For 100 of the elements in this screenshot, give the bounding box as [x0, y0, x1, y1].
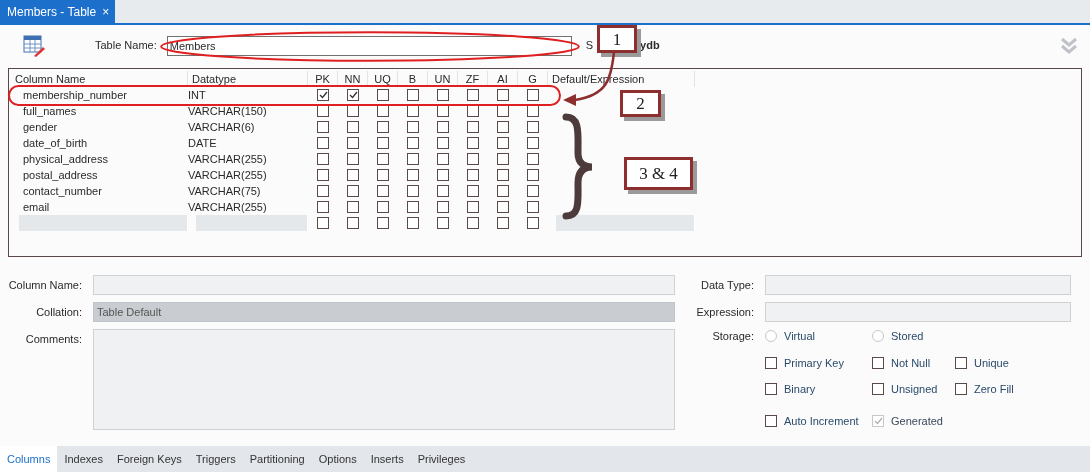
- comments-field[interactable]: [93, 329, 675, 430]
- option-checkbox[interactable]: [765, 383, 777, 396]
- bottom-tab[interactable]: Privileges: [410, 446, 473, 472]
- grid-checkbox[interactable]: [377, 217, 389, 229]
- column-header[interactable]: G: [518, 71, 548, 87]
- grid-checkbox[interactable]: [317, 201, 329, 213]
- column-header[interactable]: ZF: [458, 71, 488, 87]
- grid-checkbox[interactable]: [347, 185, 359, 197]
- grid-checkbox[interactable]: [407, 185, 419, 197]
- grid-checkbox[interactable]: [527, 185, 539, 197]
- column-header[interactable]: B: [398, 71, 428, 87]
- grid-checkbox[interactable]: [347, 137, 359, 149]
- grid-checkbox[interactable]: [377, 89, 389, 101]
- close-icon[interactable]: ×: [102, 5, 110, 18]
- grid-checkbox[interactable]: [377, 153, 389, 165]
- column-header[interactable]: UQ: [368, 71, 398, 87]
- grid-checkbox[interactable]: [377, 137, 389, 149]
- radio-button[interactable]: [872, 330, 884, 343]
- column-header[interactable]: PK: [308, 71, 338, 87]
- grid-checkbox[interactable]: [407, 121, 419, 133]
- grid-checkbox[interactable]: [377, 185, 389, 197]
- table-name-field[interactable]: Members: [166, 35, 572, 56]
- grid-checkbox[interactable]: [317, 137, 329, 149]
- grid-checkbox[interactable]: [497, 121, 509, 133]
- grid-checkbox[interactable]: [377, 121, 389, 133]
- grid-checkbox[interactable]: [467, 217, 479, 229]
- grid-checkbox[interactable]: [497, 153, 509, 165]
- grid-checkbox[interactable]: [347, 169, 359, 181]
- grid-checkbox[interactable]: [467, 121, 479, 133]
- grid-checkbox[interactable]: [497, 185, 509, 197]
- column-header[interactable]: UN: [428, 71, 458, 87]
- input-field[interactable]: [765, 275, 1071, 295]
- grid-checkbox[interactable]: [527, 89, 539, 101]
- grid-checkbox[interactable]: [317, 89, 329, 101]
- grid-checkbox[interactable]: [467, 89, 479, 101]
- grid-checkbox[interactable]: [437, 201, 449, 213]
- grid-checkbox[interactable]: [527, 217, 539, 229]
- grid-checkbox[interactable]: [347, 153, 359, 165]
- grid-checkbox[interactable]: [527, 153, 539, 165]
- grid-checkbox[interactable]: [467, 201, 479, 213]
- radio-button[interactable]: [765, 330, 777, 343]
- grid-checkbox[interactable]: [467, 169, 479, 181]
- grid-checkbox[interactable]: [347, 201, 359, 213]
- grid-checkbox[interactable]: [467, 137, 479, 149]
- option-checkbox[interactable]: [765, 356, 777, 369]
- grid-checkbox[interactable]: [497, 217, 509, 229]
- grid-checkbox[interactable]: [317, 121, 329, 133]
- bottom-tab[interactable]: Inserts: [363, 446, 411, 472]
- grid-checkbox[interactable]: [437, 185, 449, 197]
- bottom-tab[interactable]: Options: [311, 446, 364, 472]
- input-field[interactable]: [93, 275, 675, 295]
- grid-checkbox[interactable]: [497, 169, 509, 181]
- grid-checkbox[interactable]: [467, 185, 479, 197]
- empty-cell[interactable]: [19, 215, 188, 231]
- grid-checkbox[interactable]: [317, 153, 329, 165]
- grid-checkbox[interactable]: [437, 121, 449, 133]
- grid-checkbox[interactable]: [437, 137, 449, 149]
- grid-checkbox[interactable]: [317, 169, 329, 181]
- grid-checkbox[interactable]: [347, 89, 359, 101]
- input-field[interactable]: [765, 302, 1071, 322]
- grid-checkbox[interactable]: [317, 217, 329, 229]
- column-header[interactable]: AI: [488, 71, 518, 87]
- grid-checkbox[interactable]: [497, 201, 509, 213]
- grid-checkbox[interactable]: [527, 137, 539, 149]
- grid-checkbox[interactable]: [407, 153, 419, 165]
- grid-checkbox[interactable]: [347, 217, 359, 229]
- bottom-tab[interactable]: Foreign Keys: [109, 446, 189, 472]
- grid-checkbox[interactable]: [347, 121, 359, 133]
- grid-checkbox[interactable]: [317, 185, 329, 197]
- grid-checkbox[interactable]: [407, 201, 419, 213]
- empty-cell[interactable]: [556, 215, 695, 231]
- bottom-tab[interactable]: Indexes: [57, 446, 110, 472]
- column-header[interactable]: Column Name: [11, 71, 188, 87]
- option-checkbox[interactable]: [872, 383, 884, 396]
- grid-checkbox[interactable]: [437, 217, 449, 229]
- grid-checkbox[interactable]: [527, 169, 539, 181]
- document-tab[interactable]: Members - Table ×: [0, 0, 115, 23]
- grid-checkbox[interactable]: [497, 89, 509, 101]
- grid-checkbox[interactable]: [407, 89, 419, 101]
- grid-checkbox[interactable]: [407, 137, 419, 149]
- bottom-tab[interactable]: Columns: [0, 446, 58, 472]
- grid-checkbox[interactable]: [407, 169, 419, 181]
- grid-checkbox[interactable]: [437, 169, 449, 181]
- grid-checkbox[interactable]: [437, 89, 449, 101]
- grid-checkbox[interactable]: [497, 137, 509, 149]
- grid-checkbox[interactable]: [467, 153, 479, 165]
- grid-checkbox[interactable]: [527, 201, 539, 213]
- bottom-tab[interactable]: Partitioning: [242, 446, 312, 472]
- grid-checkbox[interactable]: [437, 153, 449, 165]
- bottom-tab[interactable]: Triggers: [188, 446, 243, 472]
- collation-dropdown[interactable]: Table Default: [93, 302, 675, 322]
- grid-checkbox[interactable]: [527, 121, 539, 133]
- option-checkbox[interactable]: [765, 414, 777, 427]
- grid-checkbox[interactable]: [407, 217, 419, 229]
- option-checkbox[interactable]: [955, 383, 967, 396]
- option-checkbox[interactable]: [872, 356, 884, 369]
- grid-checkbox[interactable]: [377, 201, 389, 213]
- empty-cell[interactable]: [196, 215, 308, 231]
- column-header[interactable]: NN: [338, 71, 368, 87]
- option-checkbox[interactable]: [955, 356, 967, 369]
